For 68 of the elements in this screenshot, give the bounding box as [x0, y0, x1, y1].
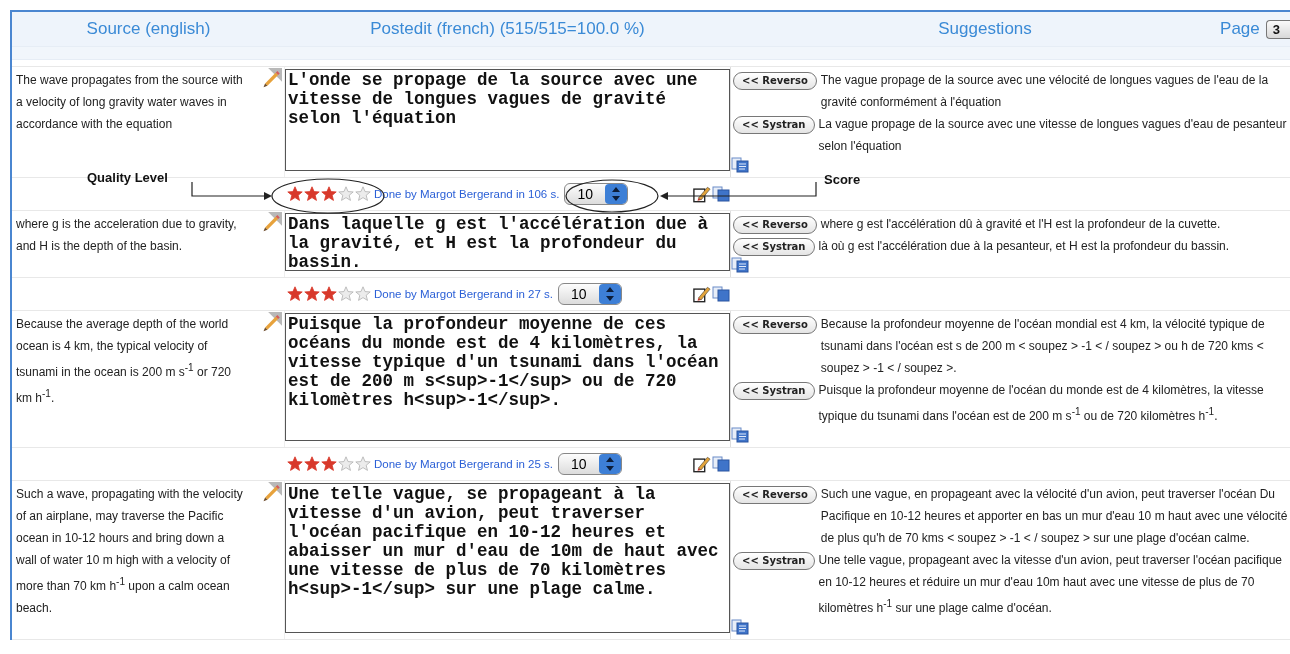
star-icon[interactable] — [321, 286, 337, 302]
engine-button[interactable]: << Reverso — [733, 316, 817, 334]
suggestion-text: La vague propage de la source avec une vitesse de longues vagues d'eau de pesanteur selon l'équation — [818, 116, 1288, 155]
source-text: Such a wave, propagating with the velocity of an airplane, may traverse the Pacific ocean in 10-12 hours and bring down a wall of water 10 m high with a velocity of more than 70 km h$^{-1}$ upon a calm ocean beach. — [16, 487, 243, 615]
copy-icon[interactable] — [731, 157, 749, 173]
star-icon[interactable] — [355, 186, 371, 202]
score-select[interactable]: 10 — [558, 283, 622, 305]
engine-button[interactable]: << Systran — [733, 238, 815, 256]
translation-field[interactable]: Dans laquelle g est l'accélération due à la gravité, et H est la profondeur du bassin. — [285, 213, 730, 271]
copy-icon[interactable] — [712, 286, 730, 302]
edit-icon[interactable] — [693, 285, 711, 303]
suggestion-text: Such une vague, en propageant avec la vélocité d'un avion, peut traverser l'océan Du Pacifique en 10-12 heures et apporter en bas un mur d'eau 10 m haut avec une vélocité de plus qu'h de 70 kms < soupez > -1 < / soupez > sur une plage d'océan calme. — [820, 486, 1289, 547]
engine-button[interactable]: << Reverso — [733, 216, 817, 234]
suggestion-text: là où g est l'accélération due à la pesanteur, et H est la profondeur du bassin. — [818, 238, 1231, 255]
engine-button[interactable]: << Systran — [733, 552, 815, 570]
page-select[interactable]: 3 — [1265, 19, 1290, 39]
pencil-icon[interactable] — [262, 482, 282, 502]
engine-button[interactable]: << Reverso — [733, 486, 817, 504]
score-select[interactable]: 10 — [558, 453, 622, 475]
star-icon[interactable] — [287, 286, 303, 302]
pencil-icon[interactable] — [262, 312, 282, 332]
suggestion-text: Because la profondeur moyenne de l'océan mondial est 4 km, la vélocité typique de tsunami dans l'océan est s de 200 m < soupez > -1 < / soupez > ou h de 720 kms < soupez > -1 < / soupez >. — [820, 316, 1266, 377]
stepper-icon — [598, 284, 621, 304]
page-label: Page — [1220, 19, 1260, 39]
edit-icon[interactable] — [693, 185, 711, 203]
translation-field[interactable]: Puisque la profondeur moyenne de ces océans du monde est de 4 kilomètres, la vitesse typique d'un tsunami dans l'océan est de 200 m s<sup>-1</sup> ou de 720 kilomètres h<sup>-1</sup>. — [285, 313, 730, 441]
star-icon[interactable] — [304, 286, 320, 302]
copy-icon[interactable] — [712, 456, 730, 472]
star-icon[interactable] — [355, 286, 371, 302]
source-text: The wave propagates from the source with a velocity of long gravity water waves in accordance with the equation — [16, 73, 243, 131]
star-icon[interactable] — [338, 286, 354, 302]
column-header: Source (english) — [85, 19, 212, 39]
star-icon[interactable] — [287, 186, 303, 202]
column-header: Postedit (french) (515/515=100.0 %) — [369, 19, 646, 39]
star-icon[interactable] — [287, 456, 303, 472]
done-by-text: Done by Margot Bergerand in 27 s. — [374, 288, 553, 300]
suggestion-text: The vague propage de la source avec une vélocité de longues vagues de l'eau de la gravité conformément à l'équation — [820, 72, 1270, 111]
source-text: where g is the acceleration due to gravity, and H is the depth of the basin. — [16, 217, 237, 253]
edit-icon[interactable] — [693, 455, 711, 473]
stepper-icon — [598, 454, 621, 474]
pencil-icon[interactable] — [262, 212, 282, 232]
copy-icon[interactable] — [712, 186, 730, 202]
star-icon[interactable] — [321, 186, 337, 202]
stepper-icon — [604, 184, 627, 204]
callout-label: Quality Level — [87, 170, 168, 185]
engine-button[interactable]: << Reverso — [733, 72, 817, 90]
star-icon[interactable] — [304, 456, 320, 472]
engine-button[interactable]: << Systran — [733, 382, 815, 400]
copy-icon[interactable] — [731, 257, 749, 273]
suggestion-text: Puisque la profondeur moyenne de l'océan du monde est de 4 kilomètres, la vitesse typique du tsunami dans l'océan est de 200 m s$^{-1}$ ou de 720 kilomètres h$^{-1}$. — [818, 382, 1265, 425]
suggestion-text: Une telle vague, propageant avec la vitesse d'un avion, peut traverser l'océan pacifique en 10-12 heures et réduire un mur d'eau 10m haut avec une vitesse de plus de 70 kilomètres h$^{-1}$ sur une plage calme d'océan. — [818, 552, 1284, 617]
callout-label: Score — [824, 172, 861, 187]
star-icon[interactable] — [304, 186, 320, 202]
copy-icon[interactable] — [731, 619, 749, 635]
source-text: Because the average depth of the world ocean is 4 km, the typical velocity of tsunami in the ocean is 200 m s$^{-1}$ or 720 km h$^{-1}$. — [16, 317, 232, 405]
done-by-text: Done by Margot Bergerand in 25 s. — [374, 458, 553, 470]
score-select[interactable]: 10 — [564, 183, 628, 205]
star-icon[interactable] — [338, 186, 354, 202]
copy-icon[interactable] — [731, 427, 749, 443]
star-icon[interactable] — [321, 456, 337, 472]
translation-field[interactable]: Une telle vague, se propageant à la vitesse d'un avion, peut traverser l'océan pacifique en 10-12 heures et abaisser un mur d'eau de 10m de haut avec une vitesse de plus de 70 kilomètres h<sup>-1</sup> sur une plage calme. — [285, 483, 730, 633]
engine-button[interactable]: << Systran — [733, 116, 815, 134]
pencil-icon[interactable] — [262, 68, 282, 88]
star-icon[interactable] — [338, 456, 354, 472]
star-icon[interactable] — [355, 456, 371, 472]
suggestion-text: where g est l'accélération dû à gravité et l'H est la profondeur de la cuvette. — [820, 216, 1222, 233]
translation-field[interactable]: L'onde se propage de la source avec une vitesse de longues vagues de gravité selon l'équation — [285, 69, 730, 171]
column-header: Suggestions — [937, 19, 1033, 39]
